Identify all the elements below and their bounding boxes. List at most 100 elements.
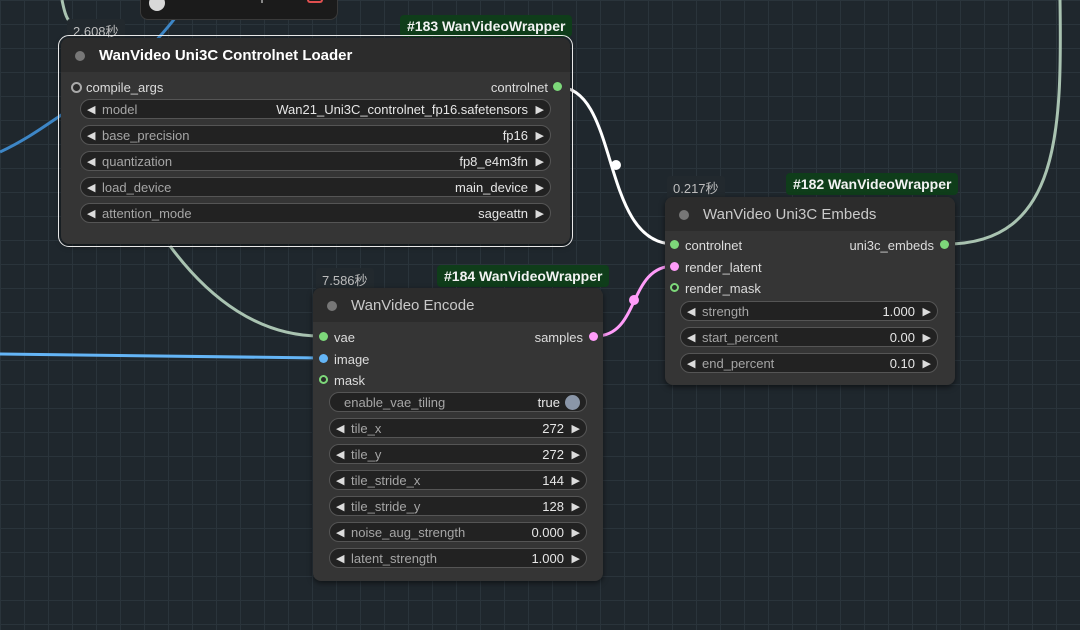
node-title: WanVideo Uni3C Controlnet Loader (99, 47, 353, 64)
node-badge: #182 WanVideoWrapper (786, 173, 959, 195)
decrement-arrow-icon[interactable]: ◀ (336, 500, 344, 513)
widget-label: quantization (102, 154, 173, 169)
widget-tile-y[interactable]: ◀ tile_y 272 ▶ (329, 444, 587, 464)
decrement-arrow-icon[interactable]: ◀ (336, 448, 344, 461)
widget-label: base_precision (102, 128, 190, 143)
widget-value: 0.10 (889, 356, 915, 371)
toggle-knob-icon[interactable] (565, 395, 580, 410)
decrement-arrow-icon[interactable]: ◀ (87, 155, 95, 168)
widget-label: strength (702, 304, 749, 319)
pin-icon[interactable] (261, 0, 273, 3)
pointer-icon[interactable] (205, 0, 221, 6)
increment-arrow-icon[interactable]: ▶ (536, 155, 544, 168)
decrement-arrow-icon[interactable]: ◀ (687, 331, 695, 344)
output-slot-uni3c-embeds[interactable] (940, 240, 949, 249)
widget-tile-x[interactable]: ◀ tile_x 272 ▶ (329, 418, 587, 438)
widget-load-device[interactable]: ◀ load_device main_device ▶ (80, 177, 551, 197)
increment-arrow-icon[interactable]: ▶ (536, 207, 544, 220)
input-label: vae (334, 330, 355, 345)
input-slot-image[interactable] (319, 354, 328, 363)
widget-value: 128 (542, 499, 564, 514)
widget-latent-strength[interactable]: ◀ latent_strength 1.000 ▶ (329, 548, 587, 568)
delete-icon[interactable] (307, 0, 323, 3)
increment-arrow-icon[interactable]: ▶ (923, 357, 931, 370)
input-slot-render-mask[interactable] (670, 283, 679, 292)
decrement-arrow-icon[interactable]: ◀ (336, 474, 344, 487)
increment-arrow-icon[interactable]: ▶ (572, 526, 580, 539)
input-slot-render-latent[interactable] (670, 262, 679, 271)
execution-time: 0.217秒 (667, 176, 725, 199)
increment-arrow-icon[interactable]: ▶ (536, 181, 544, 194)
widget-noise-aug-strength[interactable]: ◀ noise_aug_strength 0.000 ▶ (329, 522, 587, 542)
widget-label: tile_y (351, 447, 382, 462)
node-header[interactable]: WanVideo Encode (313, 288, 603, 322)
input-label: render_mask (685, 281, 761, 296)
increment-arrow-icon[interactable]: ▶ (572, 474, 580, 487)
collapse-dot-icon[interactable] (679, 210, 689, 220)
widget-value: 0.00 (889, 330, 915, 345)
widget-attention-mode[interactable]: ◀ attention_mode sageattn ▶ (80, 203, 551, 223)
decrement-arrow-icon[interactable]: ◀ (87, 129, 95, 142)
output-slot-samples[interactable] (589, 332, 598, 341)
input-slot-controlnet[interactable] (670, 240, 679, 249)
record-icon[interactable] (149, 0, 165, 11)
wire-controlnet (557, 85, 675, 246)
widget-value: 1.000 (882, 304, 915, 319)
increment-arrow-icon[interactable]: ▶ (923, 305, 931, 318)
increment-arrow-icon[interactable]: ▶ (572, 448, 580, 461)
increment-arrow-icon[interactable]: ▶ (536, 129, 544, 142)
widget-tile-stride-y[interactable]: ◀ tile_stride_y 128 ▶ (329, 496, 587, 516)
widget-label: enable_vae_tiling (344, 395, 446, 410)
wire-vae (168, 245, 321, 338)
widget-base-precision[interactable]: ◀ base_precision fp16 ▶ (80, 125, 551, 145)
decrement-arrow-icon[interactable]: ◀ (336, 422, 344, 435)
widget-label: latent_strength (351, 551, 438, 566)
node-title: WanVideo Encode (351, 297, 475, 314)
widget-start-percent[interactable]: ◀ start_percent 0.00 ▶ (680, 327, 938, 347)
wire-embeds-out (945, 0, 1062, 246)
widget-end-percent[interactable]: ◀ end_percent 0.10 ▶ (680, 353, 938, 373)
widget-value: fp8_e4m3fn (459, 154, 528, 169)
increment-arrow-icon[interactable]: ▶ (572, 422, 580, 435)
node-uni3c-embeds[interactable]: WanVideo Uni3C Embeds controlnet render_… (665, 197, 955, 385)
node-uni3c-controlnet-loader[interactable]: WanVideo Uni3C Controlnet Loader compile… (58, 35, 573, 247)
output-label: samples (534, 330, 583, 345)
decrement-arrow-icon[interactable]: ◀ (87, 103, 95, 116)
collapse-dot-icon[interactable] (75, 51, 85, 61)
decrement-arrow-icon[interactable]: ◀ (687, 357, 695, 370)
output-label: controlnet (490, 80, 548, 95)
node-header[interactable]: WanVideo Uni3C Controlnet Loader (61, 38, 570, 72)
decrement-arrow-icon[interactable]: ◀ (336, 552, 344, 565)
wire-image (0, 352, 321, 360)
increment-arrow-icon[interactable]: ▶ (572, 500, 580, 513)
widget-value: Wan21_Uni3C_controlnet_fp16.safetensors (276, 102, 528, 117)
node-badge: #184 WanVideoWrapper (437, 265, 610, 287)
widget-label: end_percent (702, 356, 775, 371)
widget-value: 272 (542, 447, 564, 462)
increment-arrow-icon[interactable]: ▶ (536, 103, 544, 116)
decrement-arrow-icon[interactable]: ◀ (87, 181, 95, 194)
widget-strength[interactable]: ◀ strength 1.000 ▶ (680, 301, 938, 321)
collapse-dot-icon[interactable] (327, 301, 337, 311)
input-slot-vae[interactable] (319, 332, 328, 341)
widget-label: tile_stride_x (351, 473, 421, 488)
widget-quantization[interactable]: ◀ quantization fp8_e4m3fn ▶ (80, 151, 551, 171)
widget-enable-vae-tiling[interactable]: enable_vae_tiling true (329, 392, 587, 412)
node-header[interactable]: WanVideo Uni3C Embeds (665, 197, 955, 231)
widget-model[interactable]: ◀ model Wan21_Uni3C_controlnet_fp16.safe… (80, 99, 551, 119)
output-slot-controlnet[interactable] (553, 82, 562, 91)
widget-tile-stride-x[interactable]: ◀ tile_stride_x 144 ▶ (329, 470, 587, 490)
widget-value: fp16 (502, 128, 528, 143)
increment-arrow-icon[interactable]: ▶ (923, 331, 931, 344)
input-slot-compile-args[interactable] (71, 82, 82, 93)
decrement-arrow-icon[interactable]: ◀ (87, 207, 95, 220)
decrement-arrow-icon[interactable]: ◀ (336, 526, 344, 539)
decrement-arrow-icon[interactable]: ◀ (687, 305, 695, 318)
increment-arrow-icon[interactable]: ▶ (572, 552, 580, 565)
widget-label: tile_x (351, 421, 382, 436)
widget-value: 272 (542, 421, 564, 436)
widget-label: start_percent (702, 330, 778, 345)
input-slot-mask[interactable] (319, 375, 328, 384)
node-wanvideo-encode[interactable]: WanVideo Encode vae image mask samples e… (313, 288, 603, 581)
output-label: uni3c_embeds (849, 238, 934, 253)
